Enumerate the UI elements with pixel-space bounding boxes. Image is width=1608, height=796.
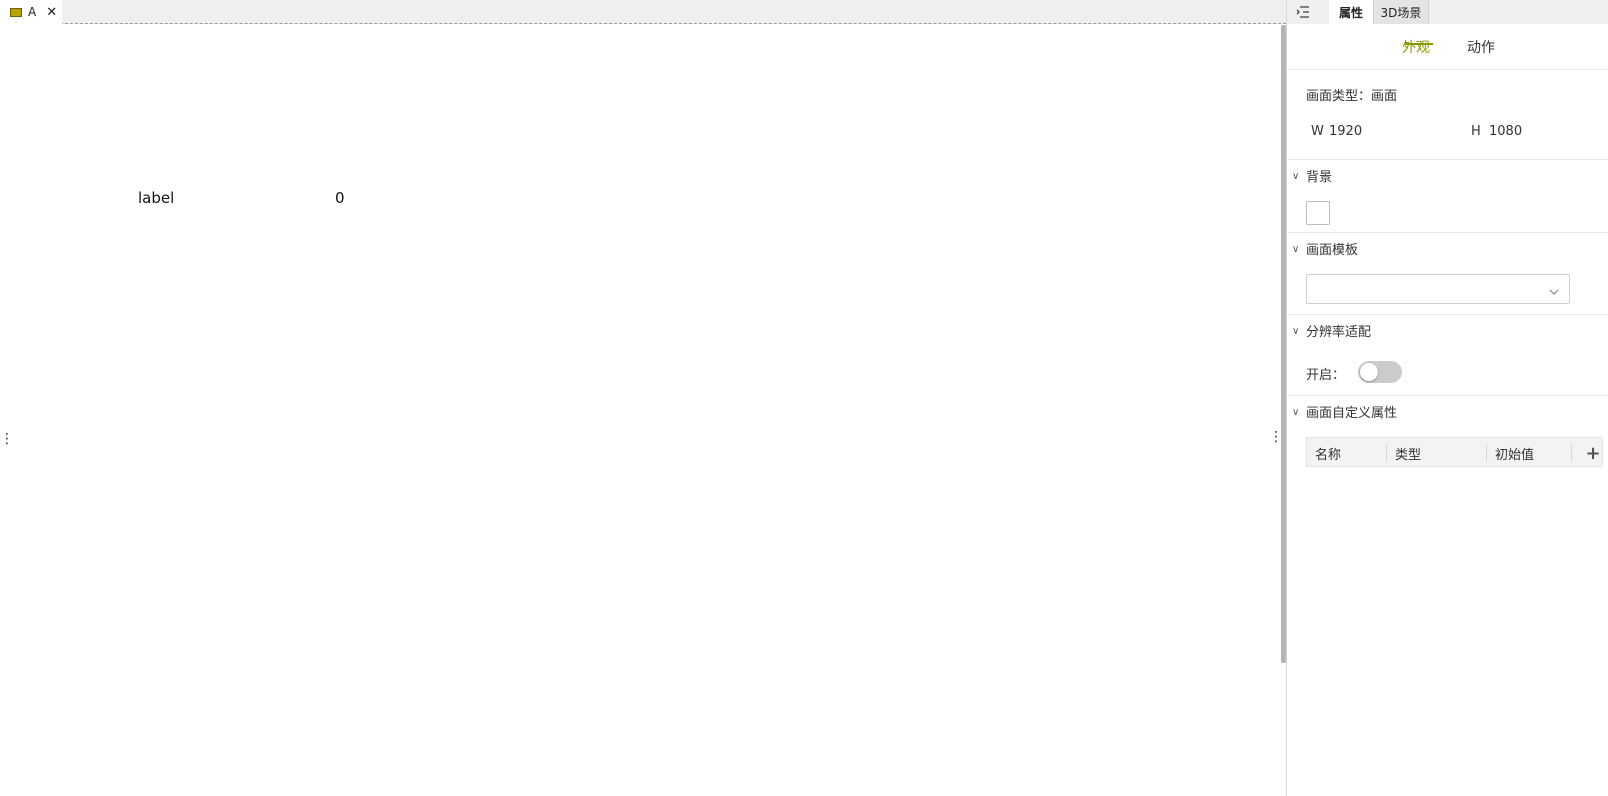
chevron-down-icon	[1549, 282, 1559, 295]
section-resolution-title[interactable]: 分辨率适配	[1306, 321, 1371, 340]
active-tab-indicator	[1405, 43, 1433, 45]
column-separator	[1386, 444, 1387, 462]
column-separator	[1571, 444, 1572, 462]
editor-tab-bar: A ✕	[0, 0, 1286, 24]
height-label: H	[1471, 124, 1481, 139]
template-select[interactable]	[1306, 274, 1570, 304]
section-background-title[interactable]: 背景	[1306, 166, 1332, 185]
chevron-down-icon[interactable]: ∨	[1292, 171, 1299, 182]
divider	[1287, 395, 1608, 396]
chevron-down-icon[interactable]: ∨	[1292, 244, 1299, 255]
column-type: 类型	[1395, 447, 1422, 463]
right-resize-handle-icon[interactable]: ⋮	[1269, 428, 1283, 446]
panel-tab-bar: 属性 3D场景	[1287, 0, 1608, 24]
tab-a-label: A	[28, 5, 37, 19]
design-canvas[interactable]: label 0	[0, 25, 1282, 796]
section-custom-props-title[interactable]: 画面自定义属性	[1306, 402, 1397, 421]
resolution-enable-label: 开启：	[1306, 368, 1346, 383]
canvas-label-text[interactable]: label	[138, 189, 174, 207]
screen-icon	[10, 7, 22, 17]
custom-props-table-header: 名称 类型 初始值 +	[1306, 437, 1603, 467]
toggle-knob	[1360, 363, 1378, 381]
tab-a[interactable]: A ✕	[0, 0, 62, 24]
tab-appearance[interactable]: 外观	[1401, 24, 1431, 70]
width-value[interactable]: 1920	[1329, 124, 1362, 139]
appearance-action-tabs: 外观 动作	[1287, 24, 1608, 70]
canvas-value-text[interactable]: 0	[335, 189, 345, 207]
outline-toggle-icon[interactable]	[1295, 4, 1311, 18]
screen-type-text: 画面类型：画面	[1306, 89, 1398, 104]
tab-3d-scene[interactable]: 3D场景	[1373, 0, 1429, 24]
chevron-down-icon[interactable]: ∨	[1292, 407, 1299, 418]
chevron-down-icon[interactable]: ∨	[1292, 326, 1299, 337]
column-name: 名称	[1315, 447, 1342, 463]
height-value[interactable]: 1080	[1489, 124, 1522, 139]
divider	[1287, 314, 1608, 315]
column-separator	[1486, 444, 1487, 462]
divider	[1287, 159, 1608, 160]
left-resize-handle-icon[interactable]: ⋮	[0, 430, 14, 448]
divider	[1287, 232, 1608, 233]
resolution-toggle[interactable]	[1358, 361, 1402, 383]
width-label: W	[1311, 124, 1324, 139]
add-icon[interactable]: +	[1583, 438, 1603, 468]
background-color-swatch[interactable]	[1306, 201, 1330, 225]
tab-properties[interactable]: 属性	[1329, 0, 1373, 24]
close-icon[interactable]: ✕	[46, 6, 57, 19]
column-initial-value: 初始值	[1495, 447, 1535, 463]
properties-panel: 属性 3D场景 外观 动作 画面类型：画面 W 1920 H 1080 ∨ 背景…	[1286, 0, 1608, 796]
tab-action[interactable]: 动作	[1464, 24, 1498, 70]
section-template-title[interactable]: 画面模板	[1306, 239, 1358, 258]
